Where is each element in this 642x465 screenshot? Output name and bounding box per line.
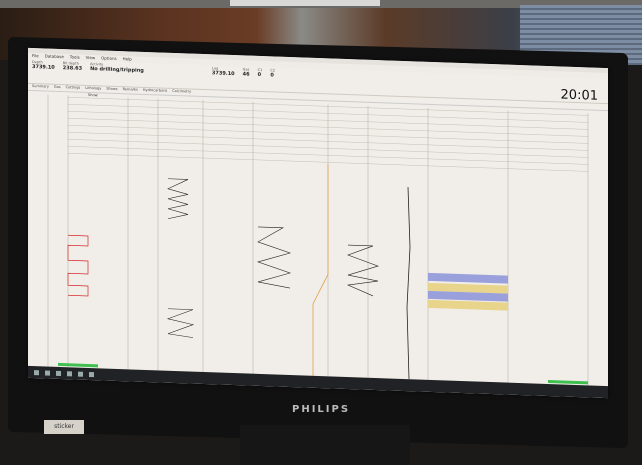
- gas-block: Gas 46: [243, 67, 250, 77]
- clock: 20:01: [560, 87, 598, 104]
- trace-dark-1: [166, 178, 195, 338]
- tab-gas[interactable]: Gas: [54, 85, 61, 91]
- mail-icon[interactable]: [78, 371, 83, 377]
- trace-red-1: [67, 234, 89, 297]
- gas-value: 46: [242, 71, 250, 78]
- monitor-stand: [240, 425, 410, 465]
- tab-hydrocarbons[interactable]: Hydrocarbons: [143, 88, 167, 95]
- start-icon[interactable]: [34, 369, 39, 375]
- lithology-bands: [428, 272, 508, 311]
- c1-value: 0: [257, 71, 262, 79]
- search-icon[interactable]: [45, 369, 50, 376]
- trace-dark-3: [312, 164, 411, 380]
- trace-orange-path: [312, 164, 329, 376]
- lithology-band-3: [428, 299, 508, 311]
- asset-sticker: sticker: [44, 420, 84, 434]
- c1-block: C1 0: [258, 68, 263, 78]
- log-plot: [47, 94, 589, 386]
- bit-depth-block: Bit depth 238.63: [63, 61, 82, 72]
- depth-block: Depth 3739.10: [32, 60, 55, 71]
- lag-block: Lag 3739.10: [212, 66, 235, 77]
- trace-red-path: [67, 234, 89, 297]
- activity-value: No drilling/tripping: [90, 66, 144, 74]
- depth-value: 3739.10: [32, 64, 55, 71]
- folder-icon[interactable]: [56, 370, 61, 376]
- browser-icon[interactable]: [67, 370, 72, 376]
- activity-block: Activity No drilling/tripping: [90, 62, 144, 74]
- lag-value: 3739.10: [211, 70, 235, 78]
- app-screen: File Database Tools View Options Help De…: [28, 47, 608, 399]
- trace-dark-2: [256, 226, 292, 289]
- bit-depth-value: 238.63: [62, 65, 83, 72]
- c2-value: 0: [270, 72, 274, 79]
- trace-dark-path-3: [256, 226, 292, 289]
- ceiling-light: [230, 0, 380, 6]
- tab-summary[interactable]: Summary: [32, 84, 49, 91]
- app-icon[interactable]: [89, 371, 94, 377]
- tab-lithology[interactable]: Lithology: [85, 86, 101, 93]
- trace-dark-path-5: [406, 187, 411, 380]
- c2-block: C2 0: [270, 68, 275, 78]
- grid-lines: [47, 94, 589, 386]
- trace-dark-path-1: [167, 178, 189, 220]
- lithology-band-0: [428, 272, 508, 284]
- tab-cuttings[interactable]: Cuttings: [66, 85, 81, 92]
- tab-remarks[interactable]: Remarks: [123, 87, 138, 94]
- trace-dark-path-2: [166, 308, 195, 338]
- monitor-brand: PHILIPS: [292, 404, 351, 415]
- trace-dark-path-4: [346, 244, 379, 297]
- tab-shows[interactable]: Shows: [106, 87, 117, 93]
- tab-calcimetry[interactable]: Calcimetry: [172, 89, 191, 96]
